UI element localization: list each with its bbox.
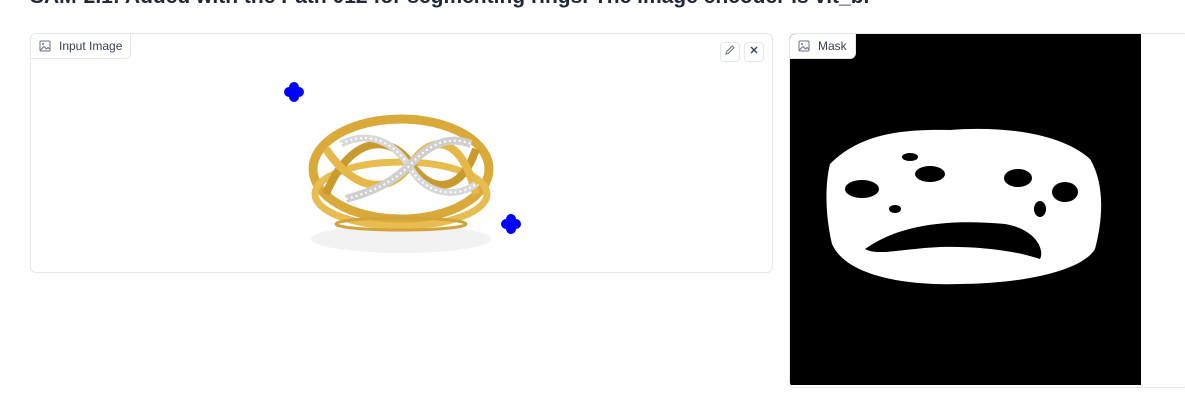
page-heading: SAM-2.1: Added with the Path 012 for seg… <box>30 0 869 9</box>
input-image-panel: Input Image <box>30 33 773 273</box>
input-image-canvas[interactable] <box>271 74 531 273</box>
prompt-point-1[interactable] <box>282 80 306 104</box>
input-image-label-tab: Input Image <box>31 34 132 59</box>
edit-button[interactable] <box>720 42 740 62</box>
image-icon <box>39 40 51 52</box>
mask-image <box>790 34 1141 385</box>
pencil-icon <box>724 43 736 61</box>
close-icon <box>748 43 760 61</box>
ring-image <box>308 114 494 232</box>
mask-panel: Mask <box>789 33 1185 388</box>
prompt-point-2[interactable] <box>499 212 523 236</box>
image-icon <box>798 40 810 52</box>
clear-button[interactable] <box>744 42 764 62</box>
mask-label-tab: Mask <box>790 34 856 59</box>
input-image-label: Input Image <box>59 39 123 53</box>
mask-label: Mask <box>818 39 847 53</box>
